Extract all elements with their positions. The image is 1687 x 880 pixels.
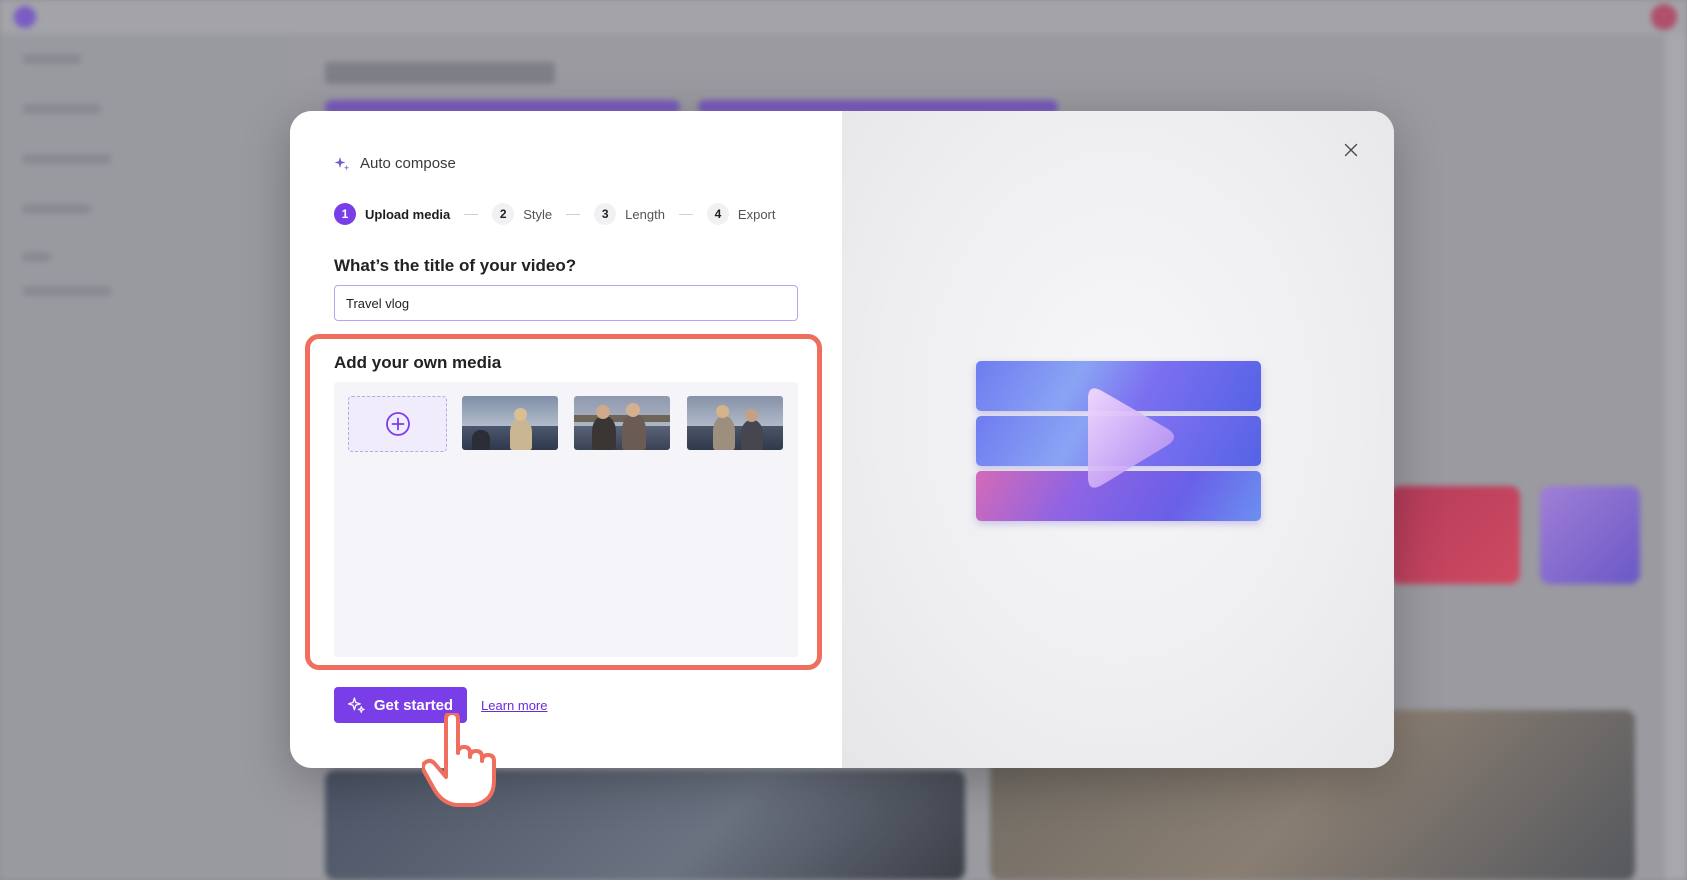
dialog-preview-panel xyxy=(842,111,1394,768)
step-label: Upload media xyxy=(365,206,451,222)
step-separator xyxy=(678,213,693,215)
background-template-card xyxy=(1540,486,1640,584)
step-upload-media[interactable]: 1 Upload media xyxy=(334,203,450,225)
close-button[interactable] xyxy=(1340,139,1362,161)
step-number: 3 xyxy=(594,203,617,225)
step-separator xyxy=(566,213,581,215)
media-thumbnail[interactable] xyxy=(574,396,670,450)
video-illustration xyxy=(976,361,1261,521)
background-sidebar-item xyxy=(22,252,52,262)
media-dropzone[interactable] xyxy=(334,382,798,657)
dialog-form-panel: Auto compose 1 Upload media 2 Style 3 Le… xyxy=(290,111,842,768)
background-avatar xyxy=(1651,4,1677,30)
step-style[interactable]: 2 Style xyxy=(492,203,552,225)
video-title-label: What’s the title of your video? xyxy=(334,256,577,275)
media-section-title: Add your own media xyxy=(334,353,502,372)
background-scrollbar xyxy=(1665,34,1687,880)
learn-more-link[interactable]: Learn more xyxy=(481,698,547,713)
background-sidebar-item xyxy=(22,154,112,164)
close-icon xyxy=(1344,143,1358,157)
background-topbar xyxy=(0,0,1687,34)
step-separator xyxy=(464,213,479,215)
background-sidebar-item xyxy=(22,54,82,64)
step-number: 4 xyxy=(706,203,729,225)
step-label: Export xyxy=(737,206,776,222)
dialog-header: Auto compose xyxy=(334,155,456,172)
add-media-button[interactable] xyxy=(348,396,447,452)
step-label: Length xyxy=(625,206,665,222)
step-export[interactable]: 4 Export xyxy=(706,203,776,225)
background-sidebar-item xyxy=(22,286,112,296)
background-template-card xyxy=(1390,486,1520,584)
background-heading xyxy=(325,62,555,84)
step-length[interactable]: 3 Length xyxy=(594,203,665,225)
step-number: 1 xyxy=(334,203,356,225)
sparkle-icon xyxy=(334,156,350,170)
sparkle-icon xyxy=(347,696,365,713)
background-logo xyxy=(14,6,36,28)
background-video-thumbnail xyxy=(325,770,965,880)
get-started-label: Get started xyxy=(373,696,454,714)
auto-compose-dialog: Auto compose 1 Upload media 2 Style 3 Le… xyxy=(290,111,1394,768)
video-title-input[interactable] xyxy=(334,285,798,321)
background-sidebar-item xyxy=(22,204,92,214)
hand-pointer-icon xyxy=(422,713,496,807)
background-sidebar-item xyxy=(22,104,102,114)
progress-stepper: 1 Upload media 2 Style 3 Length 4 Export xyxy=(334,203,776,225)
step-label: Style xyxy=(523,206,553,222)
dialog-title: Auto compose xyxy=(360,155,456,172)
media-thumbnail[interactable] xyxy=(462,396,558,450)
add-media-icon xyxy=(385,412,410,436)
play-icon xyxy=(1088,388,1174,488)
background-sidebar xyxy=(0,34,290,880)
step-number: 2 xyxy=(492,203,515,225)
media-thumbnail[interactable] xyxy=(687,396,783,450)
